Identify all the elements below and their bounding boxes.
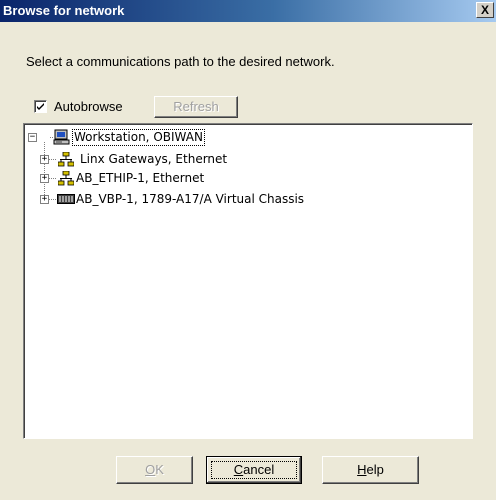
tree-node-ab-vbp-1[interactable]: AB_VBP-1, 1789-A17/A Virtual Chassis	[76, 192, 304, 207]
virtual-chassis-icon	[57, 194, 75, 204]
autobrowse-checkbox[interactable]: Autobrowse	[34, 97, 123, 115]
browse-for-network-dialog: Browse for network X Select a communicat…	[0, 0, 496, 500]
close-icon: X	[480, 3, 489, 17]
close-button[interactable]: X	[476, 2, 494, 18]
help-label-rest: elp	[366, 462, 384, 477]
root-collapse-toggle[interactable]: −	[28, 133, 37, 142]
help-button[interactable]: Help	[322, 456, 419, 484]
dialog-title: Browse for network	[3, 3, 125, 18]
autobrowse-checkbox-box[interactable]	[34, 99, 47, 113]
ethernet-network-icon	[58, 171, 74, 186]
network-tree[interactable]: − Workstation, OBIWAN + Linx Gateways, E…	[23, 123, 473, 439]
tree-node-ab-ethip-1[interactable]: AB_ETHIP-1, Ethernet	[76, 171, 204, 186]
workstation-icon	[53, 129, 70, 145]
tree-expand-toggle[interactable]: +	[40, 195, 49, 204]
autobrowse-label: Autobrowse	[54, 98, 123, 114]
cancel-button[interactable]: Cancel	[206, 456, 302, 484]
help-mnemonic: H	[357, 462, 367, 477]
tree-node-linx-gateways[interactable]: Linx Gateways, Ethernet	[80, 152, 227, 167]
tree-expand-toggle[interactable]: +	[40, 155, 49, 164]
refresh-button[interactable]: Refresh	[154, 96, 238, 118]
tree-expand-toggle[interactable]: +	[40, 174, 49, 183]
title-bar[interactable]: Browse for network X	[0, 0, 496, 22]
instruction-text: Select a communications path to the desi…	[26, 54, 335, 69]
ok-mnemonic: O	[145, 462, 156, 477]
checkmark-icon	[37, 102, 44, 110]
ok-label-rest: K	[155, 462, 164, 477]
focus-rectangle	[211, 461, 297, 479]
tree-node-workstation[interactable]: Workstation, OBIWAN	[72, 129, 205, 146]
ethernet-network-icon	[58, 152, 74, 167]
ok-button[interactable]: OK	[116, 456, 193, 484]
